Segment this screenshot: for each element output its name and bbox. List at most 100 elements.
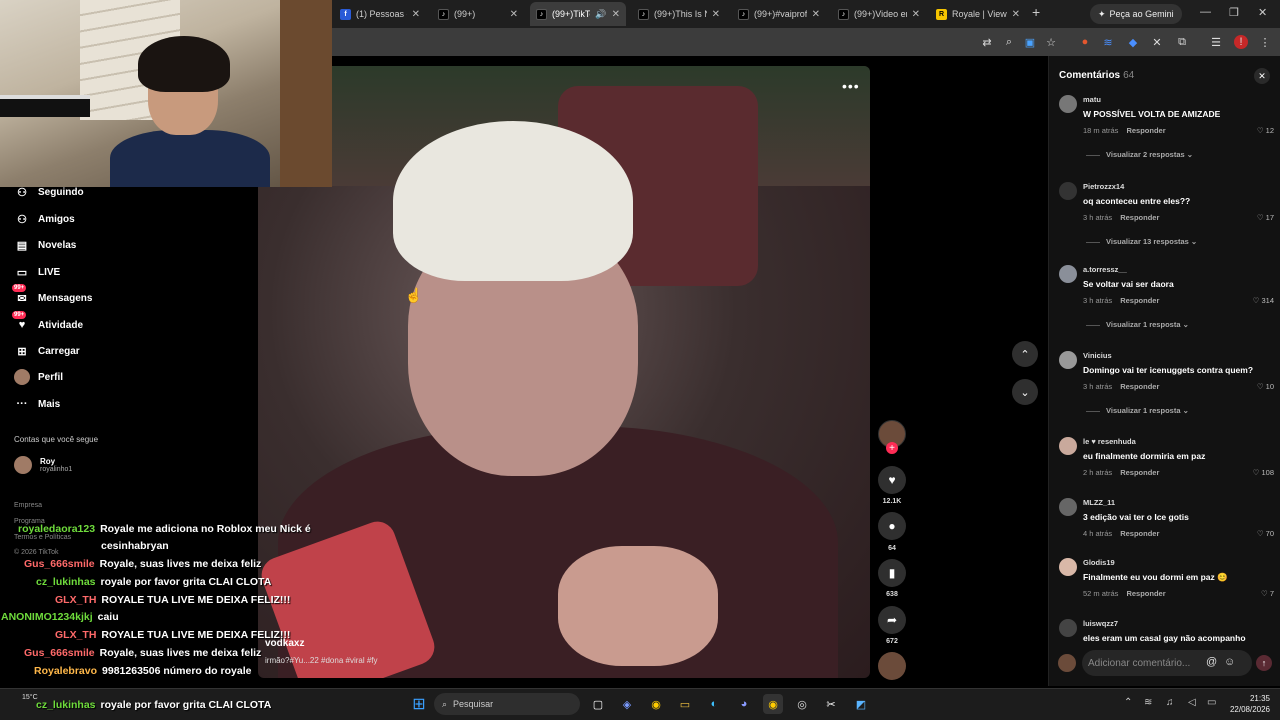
comment-user[interactable]: matu <box>1083 95 1101 104</box>
close-tab-icon[interactable]: ✕ <box>712 9 720 20</box>
volume-icon[interactable]: ◁ <box>1188 697 1196 708</box>
avatar[interactable] <box>1059 265 1077 283</box>
view-replies-button[interactable]: Visualizar 1 resposta ⌄ <box>1086 406 1189 415</box>
close-window-icon[interactable]: ✕ <box>1258 6 1267 19</box>
comment-likes[interactable]: ♡ 70 <box>1257 529 1274 538</box>
comment-button[interactable]: ● <box>878 512 906 540</box>
minimize-icon[interactable]: — <box>1200 6 1211 18</box>
close-tab-icon[interactable]: ✕ <box>510 9 518 20</box>
comment-user[interactable]: luiswqzz7 <box>1083 619 1118 628</box>
reply-button[interactable]: Responder <box>1120 529 1159 538</box>
new-tab-icon[interactable]: + <box>1032 4 1040 20</box>
footer-link-terms[interactable]: Termos e Políticas <box>14 534 71 541</box>
nav-item-friends[interactable]: ⚇ Amigos <box>14 211 75 227</box>
nav-item-activity[interactable]: ♥ 99+ Atividade <box>12 311 83 333</box>
comment-user[interactable]: a.torressz__ <box>1083 265 1127 274</box>
taskbar-search[interactable]: ⌕ Pesquisar <box>434 693 580 715</box>
emoji-icon[interactable]: ☺ <box>1224 656 1235 668</box>
nav-item-live[interactable]: ▭ LIVE <box>14 264 60 280</box>
close-tab-icon[interactable]: ✕ <box>412 9 420 20</box>
video-more-options-icon[interactable]: ••• <box>842 78 860 94</box>
nav-item-messages[interactable]: ✉ 99+ Mensagens <box>12 284 92 306</box>
extension-x-icon[interactable]: ✕ <box>1150 35 1164 49</box>
wifi-icon[interactable]: ≋ <box>1144 697 1152 708</box>
comment-likes[interactable]: ♡ 108 <box>1253 468 1274 477</box>
reply-button[interactable]: Responder <box>1120 213 1159 222</box>
maximize-icon[interactable]: ❐ <box>1229 6 1239 19</box>
nav-item-novelas[interactable]: ▤ Novelas <box>14 237 77 253</box>
mention-icon[interactable]: @ <box>1206 656 1217 668</box>
followed-account[interactable]: Roy royalinho1 <box>14 456 72 474</box>
comment-likes[interactable]: ♡ 17 <box>1257 213 1274 222</box>
cast-icon[interactable]: ▣ <box>1023 35 1037 49</box>
file-explorer-icon[interactable]: ▭ <box>675 694 695 714</box>
extensions-puzzle-icon[interactable]: ⧉ <box>1175 35 1189 49</box>
tray-chevron-icon[interactable]: ⌃ <box>1124 697 1132 708</box>
avatar[interactable] <box>1059 182 1077 200</box>
nav-item-profile[interactable]: Perfil <box>14 369 63 385</box>
reply-button[interactable]: Responder <box>1120 468 1159 477</box>
avatar[interactable] <box>1059 437 1077 455</box>
view-replies-button[interactable]: Visualizar 2 respostas ⌄ <box>1086 150 1193 159</box>
app-icon[interactable]: ◩ <box>851 694 871 714</box>
next-video-button[interactable]: ⌄ <box>1012 379 1038 405</box>
save-button[interactable]: ▮ <box>878 559 906 587</box>
battery-icon[interactable]: ▭ <box>1207 697 1216 708</box>
close-tab-icon[interactable]: ✕ <box>612 9 620 20</box>
sound-avatar[interactable] <box>878 652 906 680</box>
edge-icon[interactable]: ◐ <box>704 694 724 714</box>
video-player[interactable] <box>258 66 870 678</box>
comment-user[interactable]: le ♥ resenhuda <box>1083 437 1136 446</box>
avatar[interactable] <box>1059 558 1077 576</box>
browser-tab[interactable]: ♪ (99+)This Is N ✕ <box>632 2 726 26</box>
footer-link-company[interactable]: Empresa <box>14 502 42 509</box>
comment-likes[interactable]: ♡ 7 <box>1261 589 1274 598</box>
speaker-icon[interactable]: 🔊 <box>595 9 606 20</box>
comment-likes[interactable]: ♡ 10 <box>1257 382 1274 391</box>
comment-likes[interactable]: ♡ 314 <box>1253 296 1274 305</box>
previous-video-button[interactable]: ⌃ <box>1012 341 1038 367</box>
comment-likes[interactable]: ♡ 12 <box>1257 126 1274 135</box>
profile-avatar-icon[interactable]: ! <box>1234 35 1248 49</box>
tab-search-icon[interactable]: ☰ <box>1209 35 1223 49</box>
microphone-icon[interactable]: ♫ <box>1166 697 1174 708</box>
extension-shield-icon[interactable]: ◆ <box>1126 35 1140 49</box>
bookmark-star-icon[interactable]: ☆ <box>1044 35 1058 49</box>
close-comments-button[interactable]: ✕ <box>1254 68 1270 84</box>
clock[interactable]: 21:35 22/08/2026 <box>1226 693 1270 715</box>
obs-icon[interactable]: ◎ <box>792 694 812 714</box>
browser-tab[interactable]: ♪ (99+)Video em ✕ <box>832 2 926 26</box>
chrome-active-icon[interactable]: ◉ <box>763 694 783 714</box>
close-tab-icon[interactable]: ✕ <box>812 9 820 20</box>
close-tab-icon[interactable]: ✕ <box>1012 9 1020 20</box>
discord-icon[interactable]: ◕ <box>734 694 754 714</box>
close-tab-icon[interactable]: ✕ <box>912 9 920 20</box>
browser-tab[interactable]: ♪ (99+) ✕ <box>432 2 524 26</box>
nav-item-upload[interactable]: ⊞ Carregar <box>14 343 79 359</box>
send-comment-button[interactable]: ↑ <box>1256 655 1272 671</box>
windows-start-icon[interactable]: ⊞ <box>409 694 429 714</box>
copilot-icon[interactable]: ◈ <box>617 694 637 714</box>
avatar[interactable] <box>1059 95 1077 113</box>
like-button[interactable]: ♥ <box>878 466 906 494</box>
reply-button[interactable]: Responder <box>1126 589 1165 598</box>
avatar[interactable] <box>1059 351 1077 369</box>
follow-plus-icon[interactable]: + <box>886 442 898 454</box>
view-replies-button[interactable]: Visualizar 13 respostas ⌄ <box>1086 237 1197 246</box>
translate-icon[interactable]: ⇄ <box>980 35 994 49</box>
reply-button[interactable]: Responder <box>1120 382 1159 391</box>
comment-user[interactable]: Vinicius <box>1083 351 1112 360</box>
browser-tab[interactable]: ♪ (99+)#vaiprofy ✕ <box>732 2 826 26</box>
browser-tab[interactable]: R Royale | Viewx ✕ <box>930 2 1026 26</box>
zoom-icon[interactable]: ⌕ <box>1002 35 1016 49</box>
task-view-icon[interactable]: ▢ <box>588 694 608 714</box>
view-replies-button[interactable]: Visualizar 1 resposta ⌄ <box>1086 320 1189 329</box>
gemini-button[interactable]: ✦ Peça ao Gemini <box>1090 4 1182 24</box>
extension-audio-icon[interactable]: ≋ <box>1101 35 1115 49</box>
comment-user[interactable]: Pietrozzx14 <box>1083 182 1124 191</box>
capcut-icon[interactable]: ✂ <box>821 694 841 714</box>
avatar[interactable] <box>1059 619 1077 637</box>
nav-item-more[interactable]: ··· Mais <box>14 396 61 412</box>
reply-button[interactable]: Responder <box>1120 296 1159 305</box>
avatar[interactable] <box>1059 498 1077 516</box>
